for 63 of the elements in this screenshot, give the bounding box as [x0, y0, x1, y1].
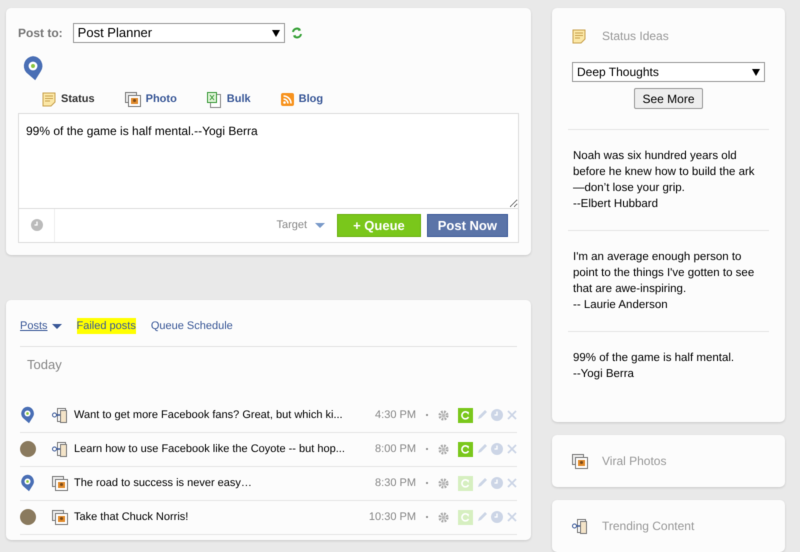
clock-icon[interactable]: [491, 511, 503, 524]
post-now-button[interactable]: Post Now: [426, 214, 508, 237]
spreadsheet-icon: [206, 92, 222, 108]
note-icon: [42, 92, 56, 108]
edit-icon[interactable]: [476, 443, 488, 456]
clock-icon[interactable]: [491, 443, 503, 456]
recycle-icon[interactable]: [458, 442, 473, 457]
composer-tab[interactable]: Status: [42, 91, 95, 108]
close-icon[interactable]: [507, 410, 517, 420]
logo-icon: [22, 55, 44, 82]
target-dropdown[interactable]: Target: [276, 217, 326, 234]
recycle-icon[interactable]: [458, 408, 473, 423]
note-icon: [572, 28, 586, 44]
edit-icon[interactable]: [476, 477, 488, 490]
quote-text[interactable]: I'm an average enough person to point to the things I've gotten to see that are awe-inspiring. -- Laurie Anderson: [573, 249, 764, 313]
close-icon[interactable]: [507, 512, 517, 522]
quote-text[interactable]: 99% of the game is half mental. --Yogi Berra: [573, 350, 764, 382]
post-text[interactable]: The road to success is never easy…: [74, 475, 376, 492]
post-text[interactable]: Take that Chuck Norris!: [74, 509, 369, 526]
gear-icon[interactable]: [438, 512, 449, 523]
clock-icon[interactable]: [491, 409, 503, 422]
photo-frame-icon: [52, 510, 68, 525]
link-post-icon: [572, 518, 588, 534]
page-select[interactable]: Post Planner: [72, 23, 285, 43]
panel-title: Trending Content: [602, 518, 694, 535]
photo-frame-icon: [124, 92, 141, 108]
close-icon[interactable]: [507, 444, 517, 454]
gear-icon[interactable]: [438, 410, 449, 421]
photo-frame-icon: [572, 454, 588, 468]
clock-icon[interactable]: [30, 219, 42, 232]
quote-text[interactable]: Noah was six hundred years old before he knew how to build the ark—don’t lose your grip. --Elbert Hubbard: [573, 148, 764, 212]
close-icon[interactable]: [507, 478, 517, 488]
message-input[interactable]: 99% of the game is half mental.--Yogi Berra: [18, 112, 519, 209]
posts-tab[interactable]: Failed posts: [76, 318, 136, 334]
post-time: 4:30 PM: [375, 408, 416, 424]
see-more-button[interactable]: See More: [634, 88, 703, 109]
panel-title: Viral Photos: [602, 453, 666, 470]
rss-icon: [280, 93, 294, 106]
card-title: Status Ideas: [602, 28, 669, 45]
photo-frame-icon: [52, 476, 68, 491]
category-select[interactable]: Deep Thoughts: [572, 62, 765, 82]
posts-tab[interactable]: Queue Schedule: [150, 318, 233, 334]
post-to-label: Post to:: [18, 25, 63, 42]
recycle-icon[interactable]: [458, 510, 473, 525]
link-post-icon: [52, 441, 68, 458]
composer-tab[interactable]: Photo: [124, 91, 177, 108]
post-time: 8:00 PM: [375, 442, 416, 458]
composer-tab[interactable]: Bulk: [206, 91, 251, 108]
post-text[interactable]: Learn how to use Facebook like the Coyote -- but hop...: [74, 441, 376, 458]
post-time: 8:30 PM: [375, 476, 416, 492]
gear-icon[interactable]: [438, 478, 449, 489]
clock-icon[interactable]: [491, 477, 503, 490]
refresh-icon[interactable]: [290, 27, 303, 39]
post-text[interactable]: Want to get more Facebook fans? Great, but which ki...: [74, 407, 376, 424]
post-time: 10:30 PM: [368, 510, 416, 526]
day-heading: Today: [27, 356, 63, 374]
composer-tab[interactable]: Blog: [280, 91, 324, 108]
link-post-icon: [52, 407, 68, 424]
recycle-icon[interactable]: [458, 476, 473, 491]
gear-icon[interactable]: [438, 444, 449, 455]
edit-icon[interactable]: [476, 511, 488, 524]
edit-icon[interactable]: [476, 409, 488, 422]
posts-tab[interactable]: Posts: [20, 318, 62, 334]
